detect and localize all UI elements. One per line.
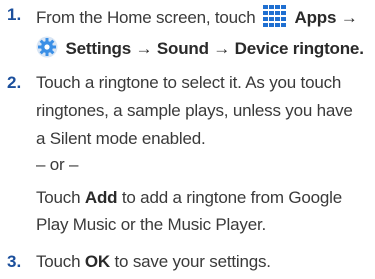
step-2-add-line: Touch Add to add a ringtone from Google	[36, 188, 342, 208]
arrow: →	[340, 8, 358, 27]
ok-label: OK	[84, 252, 111, 271]
step-2-line: a Silent mode enabled.	[36, 129, 206, 148]
settings-label: Settings	[65, 39, 132, 58]
ok-rest-text: to save your settings.	[110, 252, 271, 271]
step-3-line: Touch OK to save your settings.	[36, 252, 271, 272]
step-number: 3.	[7, 252, 22, 271]
step-1-text: From the Home screen, touch	[36, 8, 256, 27]
touch-text: Touch	[36, 188, 81, 207]
sound-label: Sound	[156, 39, 209, 58]
period: .	[359, 39, 364, 58]
settings-gear-icon	[36, 36, 58, 63]
step-2-line: ringtones, a sample plays, unless you ha…	[36, 101, 353, 120]
or-separator: – or –	[36, 155, 79, 174]
step-1-line-2: Settings → Sound → Device ringtone.	[36, 36, 364, 63]
apps-grid-icon	[263, 5, 287, 32]
add-rest-text: to add a ringtone from Google	[117, 188, 342, 207]
touch-text: Touch	[36, 252, 81, 271]
step-2-line: Touch a ringtone to select it. As you to…	[36, 73, 342, 92]
add-label: Add	[84, 188, 118, 207]
arrow: →	[135, 39, 153, 58]
device-ringtone-label: Device ringtone	[234, 39, 360, 58]
step-number: 1.	[7, 5, 22, 24]
arrow: →	[213, 39, 231, 58]
apps-label: Apps	[294, 8, 337, 27]
step-number: 2.	[7, 73, 22, 92]
step-1-line-1: From the Home screen, touch Apps →	[36, 5, 358, 32]
step-2-line: Play Music or the Music Player.	[36, 215, 266, 234]
